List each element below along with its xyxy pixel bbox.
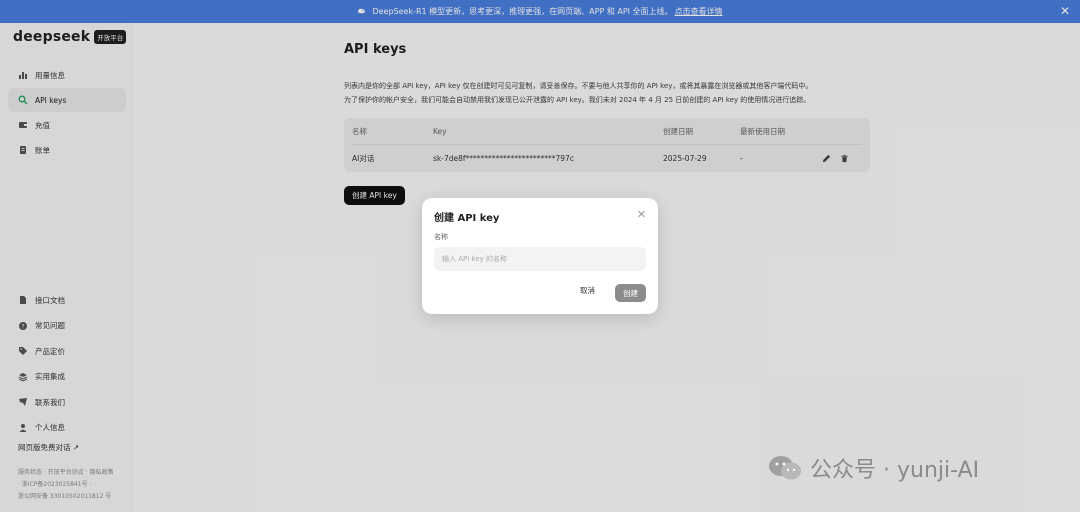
name-field-label: 名称 (434, 233, 448, 241)
watermark: 公众号 · yunji-AI (768, 452, 979, 484)
create-button[interactable]: 创建 (615, 284, 646, 302)
dialog-title: 创建 API key (434, 213, 500, 224)
cancel-button[interactable]: 取消 (580, 285, 595, 296)
wechat-icon (768, 455, 802, 481)
watermark-text: 公众号 · yunji-AI (810, 458, 980, 483)
create-api-key-dialog: 创建 API key ✕ 名称 取消 创建 (422, 198, 658, 314)
close-icon[interactable]: ✕ (637, 208, 646, 221)
api-key-name-input[interactable] (434, 247, 646, 271)
